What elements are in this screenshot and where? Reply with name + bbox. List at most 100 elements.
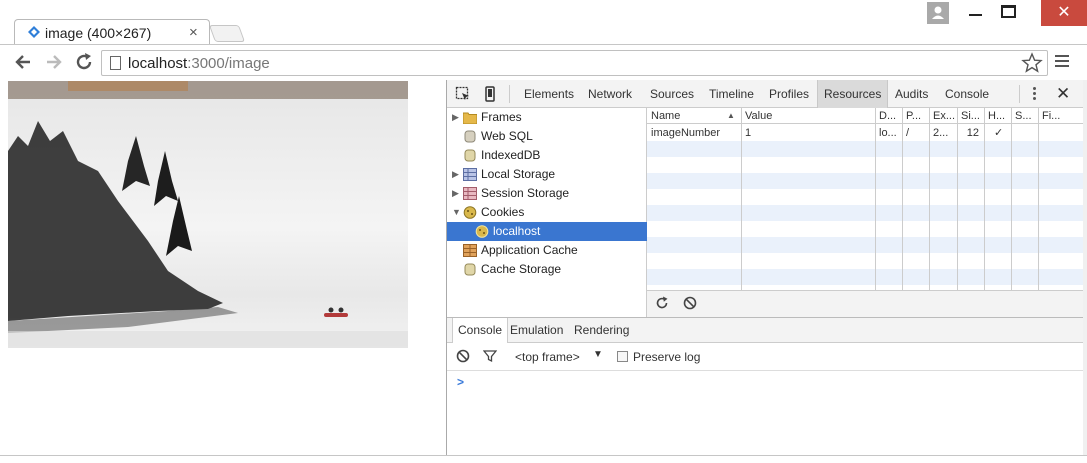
session-storage-icon [463,187,477,200]
tab-close-button[interactable]: × [189,24,198,41]
dropdown-arrow-icon[interactable]: ▼ [593,349,603,360]
tree-item-frames[interactable]: ▶ Frames [447,108,647,127]
cell-domain: lo... [879,127,897,139]
column-header-path[interactable]: P... [902,108,929,124]
tree-label: Frames [481,110,522,124]
column-divider[interactable] [929,108,930,290]
user-profile-icon[interactable] [927,2,949,24]
tree-label: Local Storage [481,167,556,181]
console-toolbar: <top frame> ▼ Preserve log [447,343,1084,371]
refresh-icon[interactable] [655,296,669,310]
console-prompt[interactable]: > [457,375,464,389]
page-icon [110,56,121,70]
devtools-panel: Elements Network Sources Timeline Profil… [446,80,1084,455]
cell-first-party [1038,125,1084,141]
table-row[interactable]: imageNumber 1 lo... / 2... 12 ✓ [647,125,1084,141]
tab-audits[interactable]: Audits [889,80,934,108]
cell-name: imageNumber [651,127,721,139]
app-cache-icon [463,244,477,257]
chrome-menu-icon[interactable] [1055,55,1069,69]
tab-console[interactable]: Console [939,80,995,108]
cookie-icon [475,225,489,238]
drawer-tab-rendering[interactable]: Rendering [569,318,634,343]
device-mode-icon[interactable] [482,86,498,102]
resources-tree: ▶ Frames Web SQL IndexedDB ▶ Local Stora… [447,108,647,317]
collapse-arrow-icon[interactable]: ▼ [452,203,461,222]
column-header-expires[interactable]: Ex... [929,108,957,124]
reload-icon[interactable] [73,51,95,73]
folder-icon [463,112,477,124]
table-row [647,205,1084,221]
database-icon [464,130,476,143]
maximize-button[interactable] [1001,5,1016,18]
tab-network[interactable]: Network [582,80,638,108]
tree-item-application-cache[interactable]: Application Cache [447,241,647,260]
tree-item-cookies[interactable]: ▼ Cookies [447,203,647,222]
column-divider[interactable] [741,108,742,290]
filter-icon[interactable] [483,349,497,363]
url-path: :3000/image [187,55,270,72]
tree-label: Session Storage [481,186,570,200]
column-header-size[interactable]: Si... [957,108,984,124]
preserve-log-label: Preserve log [633,350,701,364]
tab-sources[interactable]: Sources [644,80,700,108]
drawer-tab-emulation[interactable]: Emulation [505,318,568,343]
cell-size: 12 [966,127,979,139]
new-tab-button[interactable] [208,25,246,42]
column-header-domain[interactable]: D... [875,108,902,124]
browser-toolbar: localhost:3000/image [0,44,1087,80]
window-close-button[interactable]: ✕ [1041,0,1087,26]
tree-item-web-sql[interactable]: Web SQL [447,127,647,146]
bookmark-star-icon[interactable] [1021,52,1043,74]
database-icon [464,263,476,276]
browser-tab[interactable]: image (400×267) × [14,19,210,45]
frame-selector[interactable]: <top frame> [515,350,580,364]
page-viewport [0,80,446,455]
table-row [647,141,1084,157]
tree-label: localhost [493,224,541,238]
preserve-log-checkbox[interactable] [617,351,628,362]
tree-item-session-storage[interactable]: ▶ Session Storage [447,184,647,203]
tab-resources[interactable]: Resources [817,80,889,108]
expand-arrow-icon[interactable]: ▶ [452,108,459,127]
column-header-value[interactable]: Value [741,108,875,124]
tree-item-indexeddb[interactable]: IndexedDB [447,146,647,165]
drawer-tab-console[interactable]: Console [452,318,509,343]
expand-arrow-icon[interactable]: ▶ [452,165,459,184]
devtools-close-button[interactable]: ✕ [1056,84,1070,104]
url-text: localhost:3000/image [128,55,270,72]
column-header-http[interactable]: H... [984,108,1011,124]
tab-elements[interactable]: Elements [518,80,580,108]
address-bar[interactable]: localhost:3000/image [101,50,1048,76]
column-divider[interactable] [984,108,985,290]
column-divider[interactable] [957,108,958,290]
more-options-icon[interactable] [1033,87,1037,102]
expand-arrow-icon[interactable]: ▶ [452,184,459,203]
column-divider[interactable] [902,108,903,290]
cell-http: ✓ [994,127,1004,139]
tab-profiles[interactable]: Profiles [763,80,815,108]
cell-secure [1011,125,1038,141]
column-header-secure[interactable]: S... [1011,108,1038,124]
column-header-first-party[interactable]: Fi... [1038,108,1084,124]
column-divider[interactable] [1038,108,1039,290]
tree-item-cache-storage[interactable]: Cache Storage [447,260,647,279]
column-divider[interactable] [1011,108,1012,290]
column-divider[interactable] [875,108,876,290]
minimize-button[interactable] [969,14,982,16]
clear-icon[interactable] [683,296,697,310]
url-host: localhost [128,55,188,72]
tree-label: Application Cache [481,243,578,257]
database-icon [464,149,476,162]
tab-timeline[interactable]: Timeline [703,80,760,108]
inspect-element-icon[interactable] [455,86,471,102]
clear-console-icon[interactable] [456,349,470,363]
tree-item-local-storage[interactable]: ▶ Local Storage [447,165,647,184]
misty-lake-photo [8,81,408,348]
tree-label: IndexedDB [481,148,541,162]
back-arrow-icon[interactable] [12,51,34,73]
tree-label: Cookies [481,205,525,219]
tree-item-localhost[interactable]: localhost [447,222,647,241]
forward-arrow-icon[interactable] [43,51,65,73]
tab-title: image (400×267) [45,25,152,41]
